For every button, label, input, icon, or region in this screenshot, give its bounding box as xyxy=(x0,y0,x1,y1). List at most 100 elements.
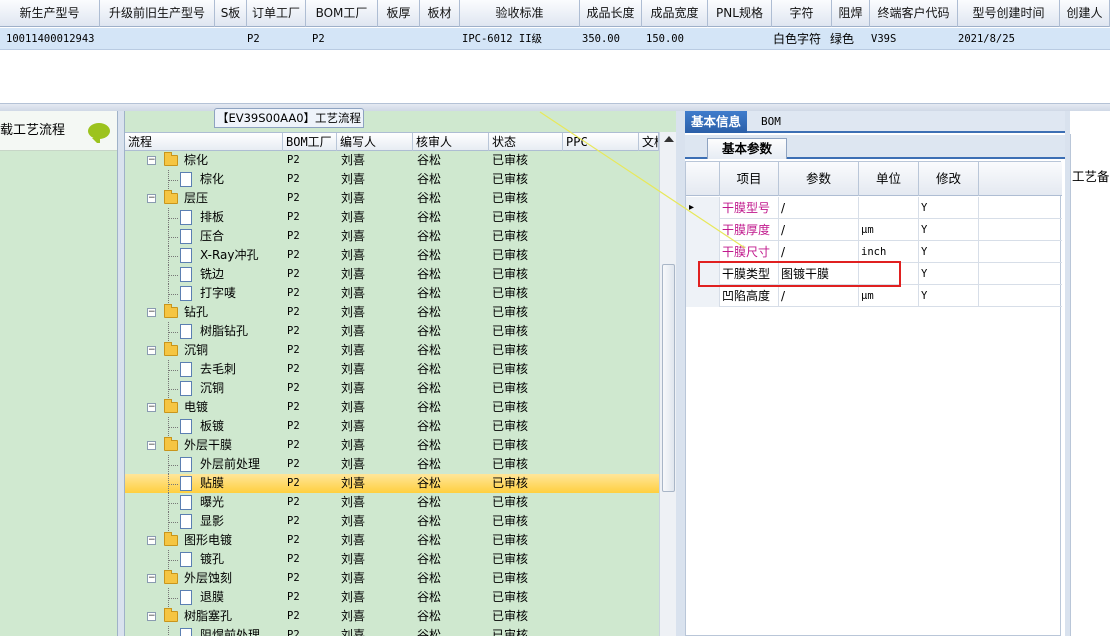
collapse-icon[interactable]: − xyxy=(147,536,156,545)
column-header[interactable]: 升级前旧生产型号 xyxy=(100,0,215,27)
col-param[interactable]: 参数 xyxy=(779,162,859,196)
param-cell-unit[interactable]: inch xyxy=(859,241,919,263)
collapse-icon[interactable]: − xyxy=(147,308,156,317)
comment-bubble-icon[interactable] xyxy=(88,123,110,143)
tab-basic-params[interactable]: 基本参数 xyxy=(707,138,787,159)
collapse-icon[interactable]: − xyxy=(147,612,156,621)
tree-row[interactable]: 打字唛 P2 刘喜 谷松 已审核 xyxy=(125,284,659,303)
param-row[interactable]: 干膜厚度 / μm Y xyxy=(686,219,1062,241)
param-row[interactable]: 凹陷高度 / μm Y xyxy=(686,285,1062,307)
tree-row[interactable]: X-Ray冲孔 P2 刘喜 谷松 已审核 xyxy=(125,246,659,265)
tree-row[interactable]: 显影 P2 刘喜 谷松 已审核 xyxy=(125,512,659,531)
tree-row[interactable]: 棕化 P2 刘喜 谷松 已审核 xyxy=(125,170,659,189)
collapse-icon[interactable]: − xyxy=(147,194,156,203)
tree-row[interactable]: 排板 P2 刘喜 谷松 已审核 xyxy=(125,208,659,227)
collapse-icon[interactable]: − xyxy=(147,346,156,355)
column-header[interactable]: 验收标准 xyxy=(460,0,580,27)
column-header[interactable]: 创建人 xyxy=(1060,0,1110,27)
tree-row[interactable]: 退膜 P2 刘喜 谷松 已审核 xyxy=(125,588,659,607)
column-header[interactable]: 板厚 xyxy=(378,0,420,27)
column-header[interactable]: PNL规格 xyxy=(708,0,772,27)
col-unit[interactable]: 单位 xyxy=(859,162,919,196)
model-grid-row[interactable]: 10011400012943 P2 P2 IPC-6012 II级 350.00… xyxy=(0,28,1110,50)
column-header[interactable]: 型号创建时间 xyxy=(958,0,1060,27)
param-cell-param[interactable]: / xyxy=(779,219,859,241)
tree-row[interactable]: 铣边 P2 刘喜 谷松 已审核 xyxy=(125,265,659,284)
tree-column-header[interactable]: PPC xyxy=(563,133,639,151)
tree-row[interactable]: 板镀 P2 刘喜 谷松 已审核 xyxy=(125,417,659,436)
tree-column-header[interactable]: 核审人 xyxy=(413,133,489,151)
scroll-thumb[interactable] xyxy=(662,264,675,492)
row-selector[interactable] xyxy=(686,219,720,241)
param-cell-param[interactable]: / xyxy=(779,241,859,263)
tree-column-header[interactable]: BOM工厂 xyxy=(283,133,337,151)
column-header[interactable]: 成品长度 xyxy=(580,0,642,27)
tree-row[interactable]: − 电镀 P2 刘喜 谷松 已审核 xyxy=(125,398,659,417)
param-cell-edit[interactable]: Y xyxy=(919,197,979,219)
tree-row[interactable]: 镀孔 P2 刘喜 谷松 已审核 xyxy=(125,550,659,569)
column-header[interactable]: 字符 xyxy=(772,0,832,27)
col-item[interactable]: 项目 xyxy=(720,162,779,196)
tree-row[interactable]: 外层前处理 P2 刘喜 谷松 已审核 xyxy=(125,455,659,474)
tree-row[interactable]: 阻焊前处理 P2 刘喜 谷松 已审核 xyxy=(125,626,659,636)
tree-row[interactable]: − 棕化 P2 刘喜 谷松 已审核 xyxy=(125,151,659,170)
param-cell-edit[interactable]: Y xyxy=(919,285,979,307)
tree-column-header[interactable]: 编写人 xyxy=(337,133,413,151)
param-cell-edit[interactable]: Y xyxy=(919,263,979,285)
load-flow-header[interactable]: 载工艺流程 xyxy=(0,111,117,151)
row-selector[interactable]: ▸ xyxy=(686,197,720,219)
tree-row[interactable]: − 层压 P2 刘喜 谷松 已审核 xyxy=(125,189,659,208)
column-header[interactable]: S板 xyxy=(215,0,247,27)
column-header[interactable]: 新生产型号 xyxy=(0,0,100,27)
tree-row[interactable]: − 图形电镀 P2 刘喜 谷松 已审核 xyxy=(125,531,659,550)
param-cell-unit[interactable] xyxy=(859,197,919,219)
tab-basic-info[interactable]: 基本信息 xyxy=(685,111,748,133)
collapse-icon[interactable]: − xyxy=(147,574,156,583)
tree-column-header[interactable]: 文档 xyxy=(639,133,659,151)
param-row[interactable]: 干膜尺寸 / inch Y xyxy=(686,241,1062,263)
column-header[interactable]: BOM工厂 xyxy=(306,0,378,27)
param-cell-unit[interactable]: μm xyxy=(859,285,919,307)
tree-row[interactable]: − 外层蚀刻 P2 刘喜 谷松 已审核 xyxy=(125,569,659,588)
column-header[interactable]: 板材 xyxy=(420,0,460,27)
tree-row[interactable]: 压合 P2 刘喜 谷松 已审核 xyxy=(125,227,659,246)
collapse-icon[interactable]: − xyxy=(147,156,156,165)
param-cell-item[interactable]: 凹陷高度 xyxy=(720,285,779,307)
tree-row[interactable]: − 钻孔 P2 刘喜 谷松 已审核 xyxy=(125,303,659,322)
tree-row[interactable]: 贴膜 P2 刘喜 谷松 已审核 xyxy=(125,474,659,493)
tree-row[interactable]: 去毛刺 P2 刘喜 谷松 已审核 xyxy=(125,360,659,379)
tree-row[interactable]: 沉铜 P2 刘喜 谷松 已审核 xyxy=(125,379,659,398)
column-header[interactable]: 阻焊 xyxy=(832,0,870,27)
vertical-scrollbar[interactable] xyxy=(659,132,677,636)
row-selector[interactable] xyxy=(686,241,720,263)
collapse-icon[interactable]: − xyxy=(147,403,156,412)
row-selector[interactable] xyxy=(686,285,720,307)
tree-row[interactable]: − 树脂塞孔 P2 刘喜 谷松 已审核 xyxy=(125,607,659,626)
param-cell-edit[interactable]: Y xyxy=(919,219,979,241)
scroll-up-icon[interactable] xyxy=(664,136,674,142)
param-cell-param[interactable]: / xyxy=(779,285,859,307)
horizontal-splitter[interactable] xyxy=(0,103,1110,111)
param-cell-item[interactable]: 干膜尺寸 xyxy=(720,241,779,263)
tree-row[interactable]: 树脂钻孔 P2 刘喜 谷松 已审核 xyxy=(125,322,659,341)
tree-column-header[interactable]: 状态 xyxy=(489,133,563,151)
collapse-icon[interactable]: − xyxy=(147,441,156,450)
flow-title-tab[interactable]: 【EV39S00AA0】工艺流程 xyxy=(214,108,364,128)
tree-cell-factory: P2 xyxy=(287,496,300,508)
splitter-middle[interactable] xyxy=(676,111,685,636)
param-cell-edit[interactable]: Y xyxy=(919,241,979,263)
tab-bom[interactable]: BOM xyxy=(755,111,787,133)
param-cell-param[interactable]: / xyxy=(779,197,859,219)
column-header[interactable]: 订单工厂 xyxy=(247,0,306,27)
tree-row[interactable]: 曝光 P2 刘喜 谷松 已审核 xyxy=(125,493,659,512)
column-header[interactable]: 成品宽度 xyxy=(642,0,708,27)
col-edit[interactable]: 修改 xyxy=(919,162,979,196)
param-cell-item[interactable]: 干膜型号 xyxy=(720,197,779,219)
param-cell-item[interactable]: 干膜厚度 xyxy=(720,219,779,241)
tree-row[interactable]: − 沉铜 P2 刘喜 谷松 已审核 xyxy=(125,341,659,360)
param-cell-unit[interactable]: μm xyxy=(859,219,919,241)
param-row[interactable]: ▸ 干膜型号 / Y xyxy=(686,197,1062,219)
tree-row[interactable]: − 外层干膜 P2 刘喜 谷松 已审核 xyxy=(125,436,659,455)
tree-column-header[interactable]: 流程 xyxy=(125,133,283,151)
column-header[interactable]: 终端客户代码 xyxy=(870,0,958,27)
